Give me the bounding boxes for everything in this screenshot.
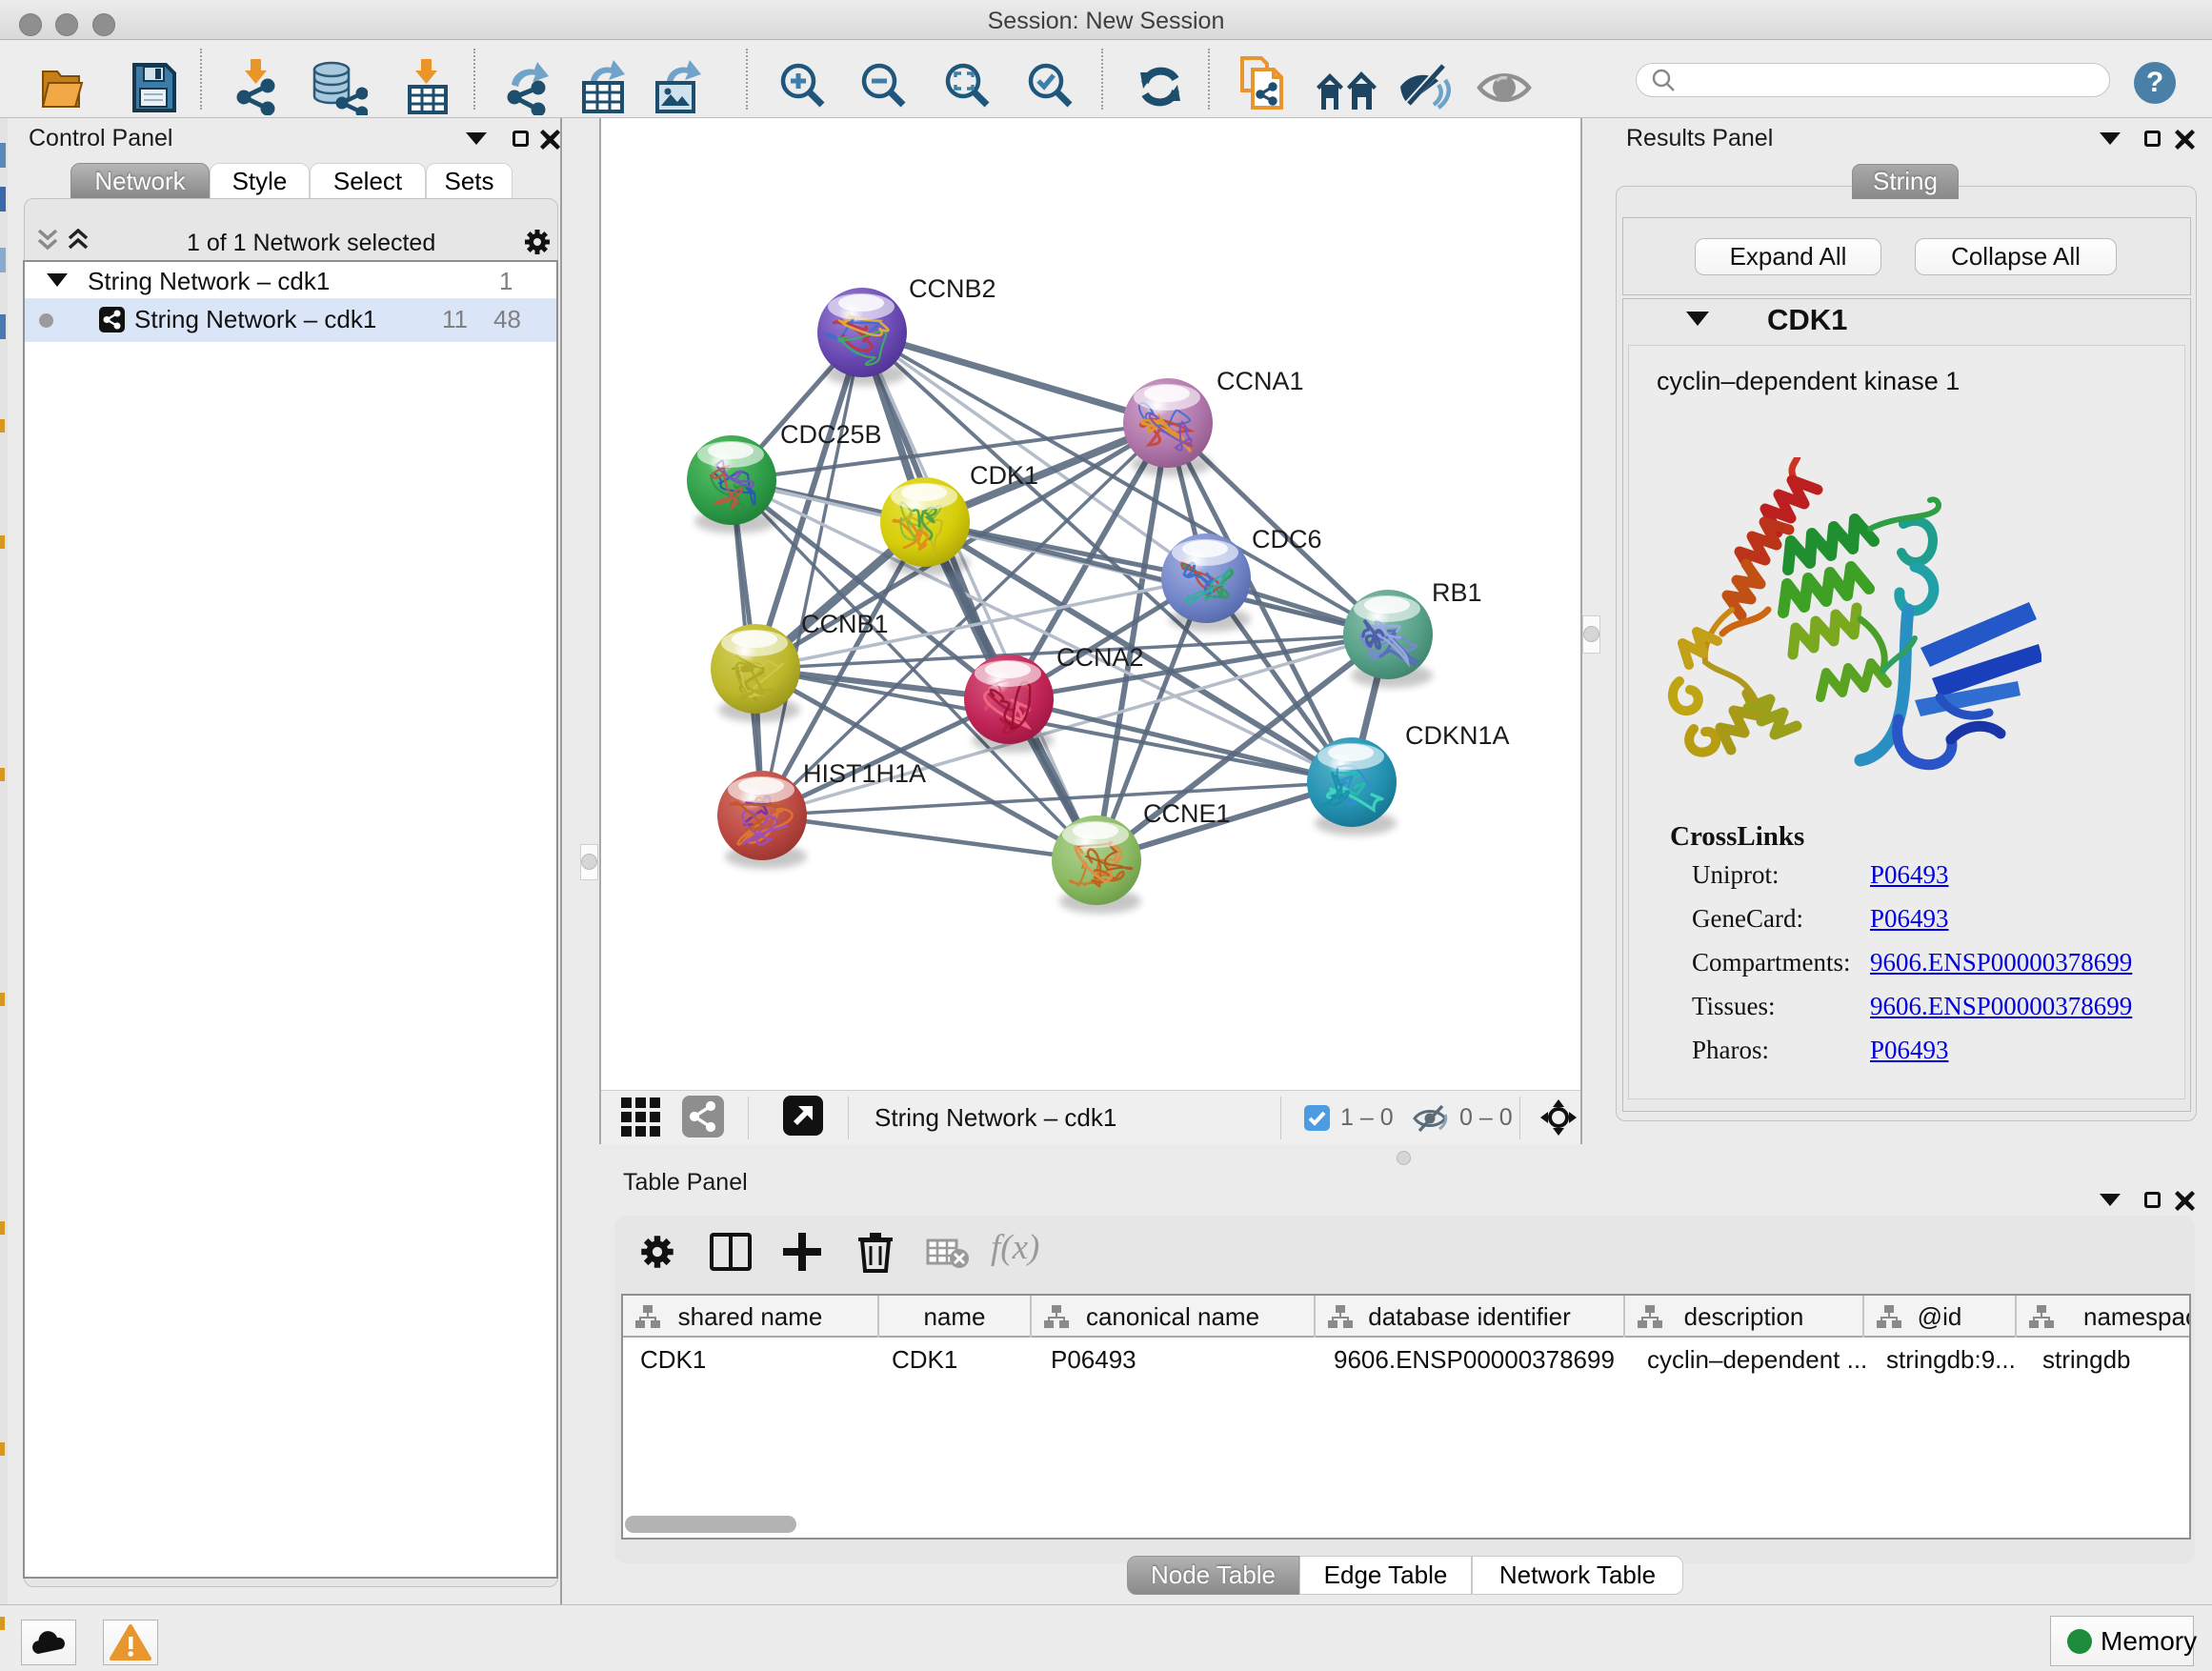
- svg-text:CDC6: CDC6: [1252, 525, 1322, 554]
- svg-text:?: ?: [2146, 67, 2163, 98]
- svg-text:CDK1: CDK1: [970, 461, 1038, 490]
- svg-text:CCNE1: CCNE1: [1143, 799, 1231, 828]
- svg-text:CCNA2: CCNA2: [1056, 643, 1144, 672]
- svg-text:CCNB1: CCNB1: [801, 610, 889, 638]
- svg-text:HIST1H1A: HIST1H1A: [803, 759, 926, 788]
- svg-text:CCNA1: CCNA1: [1217, 367, 1304, 395]
- svg-text:CDC25B: CDC25B: [780, 420, 882, 449]
- svg-text:CCNB2: CCNB2: [909, 274, 996, 303]
- svg-text:RB1: RB1: [1432, 578, 1482, 607]
- svg-text:CDKN1A: CDKN1A: [1405, 721, 1510, 750]
